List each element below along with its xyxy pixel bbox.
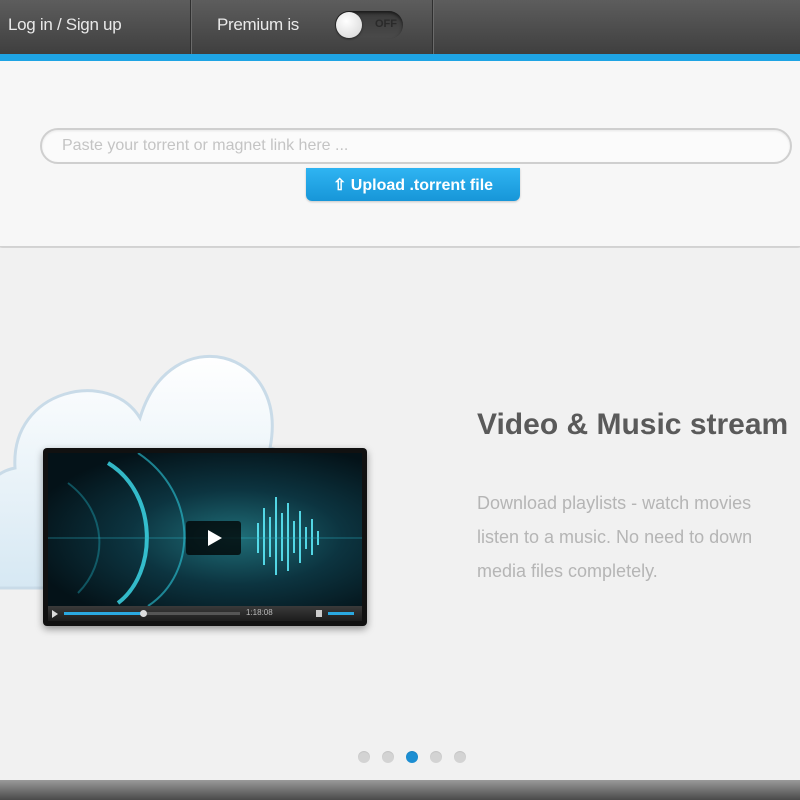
upload-panel: ⇧ Upload .torrent file: [0, 61, 800, 247]
accent-line: [0, 54, 800, 61]
topbar-divider: [190, 0, 191, 54]
volume-bar[interactable]: [328, 612, 354, 615]
feature-description-line: media files completely.: [477, 561, 658, 581]
upload-torrent-button[interactable]: ⇧ Upload .torrent file: [306, 168, 520, 201]
feature-title: Video & Music stream: [477, 408, 789, 441]
premium-label: Premium is: [217, 15, 300, 34]
slider-dot[interactable]: [454, 751, 466, 763]
seek-bar[interactable]: [64, 610, 240, 617]
video-controls: 1:18:08: [48, 606, 362, 621]
premium-toggle[interactable]: OFF: [335, 11, 403, 39]
toggle-state-label: OFF: [375, 18, 397, 30]
play-button[interactable]: [186, 521, 241, 555]
login-signup-link[interactable]: Log in / Sign up: [8, 15, 122, 35]
top-bar: Log in / Sign up Premium is OFF: [0, 0, 800, 54]
toggle-knob: [336, 12, 362, 38]
torrent-link-input[interactable]: [40, 128, 792, 164]
feature-description-line: listen to a music. No need to down: [477, 527, 753, 547]
seek-progress: [64, 612, 144, 615]
slider-dot[interactable]: [430, 751, 442, 763]
bottom-frame: [0, 780, 800, 800]
feature-slide: 1:18:08 Video & Music stream Download pl…: [0, 248, 800, 780]
feature-description-line: Download playlists - watch movies: [477, 493, 752, 513]
slider-dot[interactable]: [382, 751, 394, 763]
video-screen: [48, 453, 362, 606]
play-icon: [208, 530, 222, 546]
topbar-divider: [432, 0, 433, 54]
video-time: 1:18:08: [246, 608, 273, 617]
slider-dot[interactable]: [358, 751, 370, 763]
video-player-preview: 1:18:08: [43, 448, 367, 626]
slider-pagination: [358, 750, 478, 763]
control-play-icon[interactable]: [52, 610, 58, 618]
feature-description: Download playlists - watch movies listen…: [477, 486, 800, 588]
volume-icon[interactable]: [316, 610, 322, 617]
seek-handle[interactable]: [140, 610, 147, 617]
slider-dot-active[interactable]: [406, 751, 418, 763]
